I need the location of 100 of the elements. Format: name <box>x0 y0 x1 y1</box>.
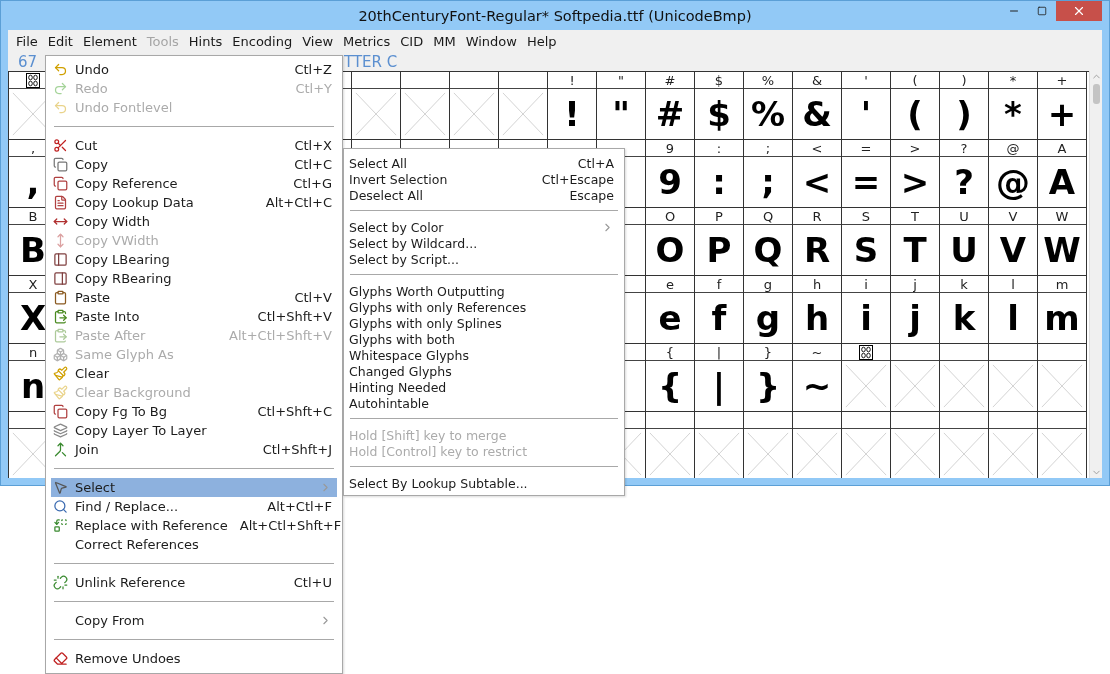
menu-item[interactable]: Remove Undoes <box>51 649 337 668</box>
scrollbar-thumb[interactable] <box>1092 84 1100 104</box>
menu-item[interactable]: Glyphs with both <box>349 331 619 347</box>
menu-item[interactable]: Invert Selection Ctl+Escape <box>349 171 619 187</box>
glyph-cell[interactable]: g g <box>744 276 793 344</box>
glyph-cell[interactable] <box>989 344 1038 412</box>
menu-item[interactable]: Select <box>51 478 337 497</box>
menu-title[interactable]: Window <box>460 33 522 49</box>
glyph-cell[interactable] <box>1038 344 1087 412</box>
menu-item[interactable]: Glyphs Worth Outputting <box>349 283 619 299</box>
glyph-cell[interactable]: h h <box>793 276 842 344</box>
menu-item[interactable]: Glyphs with only Splines <box>349 315 619 331</box>
glyph-cell[interactable]: e e <box>646 276 695 344</box>
glyph-cell[interactable]: ) ) <box>940 72 989 140</box>
glyph-cell[interactable]: = = <box>842 140 891 208</box>
glyph-cell[interactable] <box>352 72 401 140</box>
glyph-cell[interactable]: + + <box>1038 72 1087 140</box>
menu-item[interactable]: Glyphs with only References <box>349 299 619 315</box>
menu-item[interactable]: Whitespace Glyphs <box>349 347 619 363</box>
menu-item[interactable]: Undo Ctl+Z <box>51 60 337 79</box>
glyph-cell[interactable]: m m <box>1038 276 1087 344</box>
scrollbar[interactable] <box>1089 71 1102 478</box>
glyph-cell[interactable] <box>793 412 842 478</box>
glyph-cell[interactable]: % % <box>744 72 793 140</box>
glyph-cell[interactable]: l l <box>989 276 1038 344</box>
glyph-cell[interactable]: ; ; <box>744 140 793 208</box>
glyph-cell[interactable] <box>940 412 989 478</box>
glyph-cell[interactable] <box>940 344 989 412</box>
glyph-cell[interactable]: " " <box>597 72 646 140</box>
glyph-cell[interactable] <box>695 412 744 478</box>
glyph-cell[interactable]: ! ! <box>548 72 597 140</box>
glyph-cell[interactable]: & & <box>793 72 842 140</box>
menu-title[interactable]: CID <box>395 33 429 49</box>
glyph-cell[interactable]: j j <box>891 276 940 344</box>
menu-item[interactable]: Deselect All Escape <box>349 187 619 203</box>
glyph-cell[interactable]: ? ? <box>940 140 989 208</box>
menu-title[interactable]: Element <box>77 33 142 49</box>
glyph-cell[interactable] <box>744 412 793 478</box>
menu-title[interactable]: MM <box>428 33 461 49</box>
menu-title[interactable]: Help <box>521 33 562 49</box>
menu-item[interactable]: Hinting Needed <box>349 379 619 395</box>
glyph-cell[interactable]: S S <box>842 208 891 276</box>
glyph-cell[interactable]: P P <box>695 208 744 276</box>
glyph-cell[interactable]: ' ' <box>842 72 891 140</box>
menu-title[interactable]: Metrics <box>338 33 396 49</box>
menu-title[interactable]: Hints <box>183 33 228 49</box>
glyph-cell[interactable]: i i <box>842 276 891 344</box>
glyph-cell[interactable] <box>450 72 499 140</box>
glyph-cell[interactable]: $ $ <box>695 72 744 140</box>
menu-title[interactable]: Edit <box>42 33 78 49</box>
glyph-cell[interactable]: ~ ~ <box>793 344 842 412</box>
glyph-cell[interactable]: V V <box>989 208 1038 276</box>
glyph-cell[interactable]: U U <box>940 208 989 276</box>
glyph-preview: i <box>860 298 872 338</box>
glyph-cell[interactable]: O O <box>646 208 695 276</box>
glyph-cell[interactable]: < < <box>793 140 842 208</box>
glyph-cell[interactable]: f f <box>695 276 744 344</box>
menu-item[interactable]: Unlink Reference Ctl+U <box>51 573 337 592</box>
glyph-cell[interactable]: 9 9 <box>646 140 695 208</box>
menu-item[interactable]: Find / Replace... Alt+Ctl+F <box>51 497 337 516</box>
glyph-cell[interactable]: { { <box>646 344 695 412</box>
menu-item[interactable]: Copy From <box>51 611 337 630</box>
glyph-preview: f <box>711 298 727 338</box>
menu-title[interactable]: View <box>297 33 339 49</box>
glyph-cell[interactable]: A A <box>1038 140 1087 208</box>
glyph-cell[interactable] <box>401 72 450 140</box>
glyph-cell[interactable] <box>891 344 940 412</box>
glyph-cell[interactable]: W W <box>1038 208 1087 276</box>
glyph-cell[interactable]: Q Q <box>744 208 793 276</box>
menu-item[interactable]: Select by Color <box>349 219 619 235</box>
glyph-cell[interactable] <box>646 412 695 478</box>
glyph-cell[interactable] <box>842 344 891 412</box>
glyph-cell[interactable]: | | <box>695 344 744 412</box>
menu-item[interactable]: Select All Ctl+A <box>349 155 619 171</box>
glyph-cell[interactable]: * * <box>989 72 1038 140</box>
glyph-cell[interactable]: # # <box>646 72 695 140</box>
glyph-cell[interactable]: @ @ <box>989 140 1038 208</box>
glyph-cell[interactable] <box>499 72 548 140</box>
menu-title[interactable]: Encoding <box>227 33 298 49</box>
menu-item[interactable]: Select By Lookup Subtable... <box>349 475 619 491</box>
menu-item[interactable]: Select by Wildcard... <box>349 235 619 251</box>
menu-item[interactable]: Copy Layer To Layer <box>51 421 337 440</box>
glyph-cell[interactable] <box>989 412 1038 478</box>
glyph-cell[interactable] <box>1038 412 1087 478</box>
menu-item[interactable]: Autohintable <box>349 395 619 411</box>
glyph-preview: m <box>1044 298 1080 338</box>
glyph-cell[interactable]: R R <box>793 208 842 276</box>
menu-title[interactable]: File <box>11 33 43 49</box>
menu-item[interactable]: Correct References <box>51 535 337 554</box>
glyph-cell[interactable]: T T <box>891 208 940 276</box>
glyph-cell[interactable]: > > <box>891 140 940 208</box>
glyph-cell[interactable] <box>891 412 940 478</box>
glyph-cell[interactable] <box>842 412 891 478</box>
menu-item[interactable]: Select by Script... <box>349 251 619 267</box>
glyph-cell[interactable]: : : <box>695 140 744 208</box>
menu-item[interactable]: Changed Glyphs <box>349 363 619 379</box>
glyph-cell[interactable]: ( ( <box>891 72 940 140</box>
glyph-cell[interactable]: k k <box>940 276 989 344</box>
glyph-cell[interactable]: } } <box>744 344 793 412</box>
menu-item[interactable]: Join Ctl+Shft+J <box>51 440 337 459</box>
